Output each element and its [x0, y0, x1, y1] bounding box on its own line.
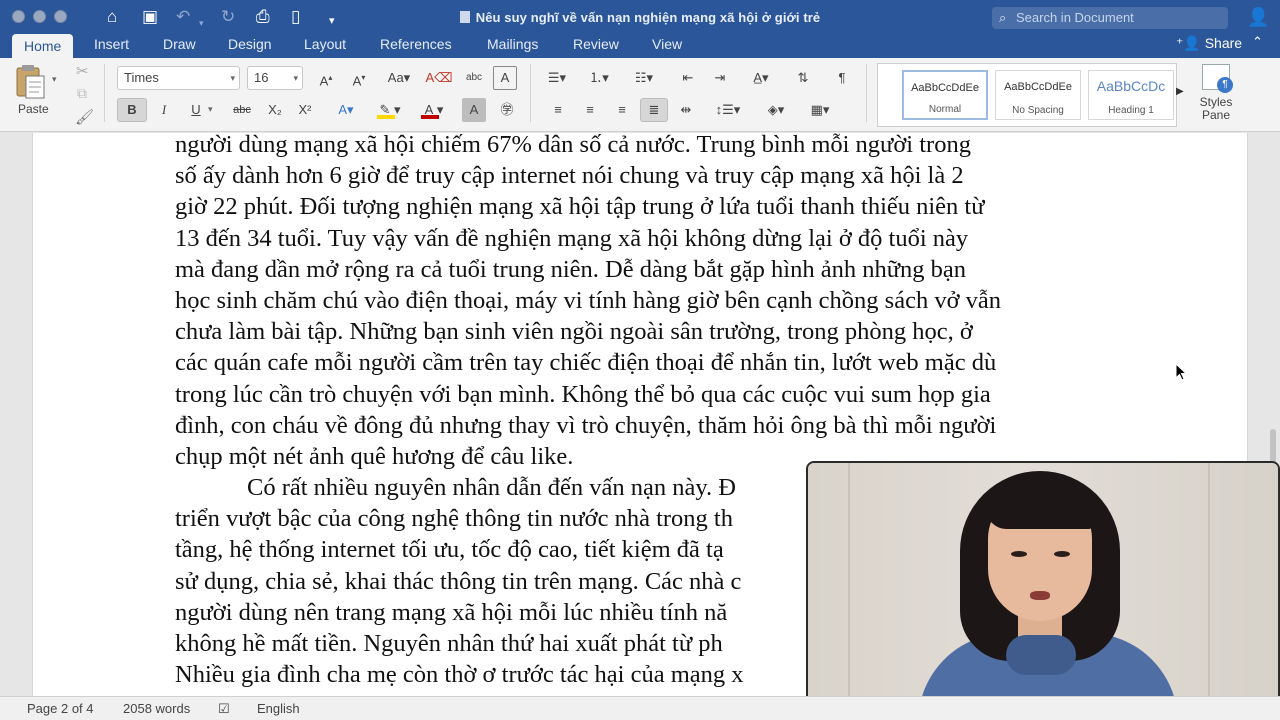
divider [530, 64, 531, 122]
ribbon: ▾ Paste ✂ ⧉ 🖌 Times ▾ 16 ▾ A▴ A▾ Aa▾ A⌫ ab… [0, 58, 1280, 132]
tab-view[interactable]: View [652, 34, 682, 58]
text-line[interactable]: 13 đến 34 tuổi. Tuy vậy vấn đề nghiện mạ… [175, 223, 1107, 254]
style-normal[interactable]: AaBbCcDdEe Normal [902, 70, 988, 120]
bold-button[interactable]: B [117, 98, 147, 122]
text-line[interactable]: các quán cafe mỗi người cầm trên tay chi… [175, 347, 1107, 378]
font-size-select[interactable]: 16 ▾ [247, 66, 303, 90]
tab-design[interactable]: Design [228, 34, 272, 58]
phonetic-guide-icon[interactable]: abc [459, 66, 489, 90]
tab-mailings[interactable]: Mailings [487, 34, 538, 58]
text-direction-icon[interactable]: A̲▾ [742, 66, 780, 90]
style-no-spacing[interactable]: AaBbCcDdEe No Spacing [995, 70, 1081, 120]
subscript-button[interactable]: X₂ [262, 98, 288, 122]
page-count[interactable]: Page 2 of 4 [27, 701, 94, 717]
show-formatting-icon[interactable]: ¶ [828, 66, 856, 90]
presenter-bow [1006, 635, 1076, 675]
search-input[interactable]: ⌕ Search in Document [992, 7, 1228, 29]
grow-font-icon[interactable]: A▴ [310, 66, 342, 90]
text-line[interactable]: người dùng mạng xã hội chiếm 67% dân số … [175, 133, 1107, 160]
clear-formatting-icon[interactable]: A⌫ [424, 66, 454, 90]
paste-icon[interactable] [14, 64, 46, 100]
align-left-icon[interactable]: ≡ [544, 98, 572, 122]
text-line[interactable]: giờ 22 phút. Đối tượng nghiện mạng xã hộ… [175, 191, 1107, 222]
paste-dropdown-icon[interactable]: ▾ [52, 74, 57, 85]
share-button[interactable]: ⁺👤 Share [1176, 34, 1242, 52]
line-spacing-icon[interactable]: ↕☰▾ [708, 98, 748, 122]
increase-indent-icon[interactable]: ⇥ [706, 66, 734, 90]
font-color-button[interactable]: A ▾ [414, 98, 454, 122]
proofing-icon[interactable]: ☑ [218, 701, 230, 717]
borders-icon[interactable]: ▦▾ [800, 98, 840, 122]
add-person-icon[interactable]: 👤 [1247, 7, 1269, 28]
styles-pane-icon: ¶ [1202, 64, 1233, 93]
gallery-more-icon[interactable]: ▶ [1176, 86, 1184, 97]
multilevel-list-icon[interactable]: ☷▾ [624, 66, 664, 90]
language[interactable]: English [257, 701, 300, 717]
decrease-indent-icon[interactable]: ⇤ [674, 66, 702, 90]
shading-icon[interactable]: ◈▾ [756, 98, 796, 122]
title-bar: ⌂ ▣ ↶ ▾ ↻ ⎙ ▯ ▾ Nêu suy nghĩ về vấn nạn … [0, 0, 1280, 34]
distributed-icon[interactable]: ⇹ [672, 98, 700, 122]
font-color-swatch [421, 115, 439, 119]
chevron-down-icon[interactable]: ▾ [208, 104, 213, 115]
text-line[interactable]: chưa làm bài tập. Những bạn sinh viên ng… [175, 316, 1107, 347]
tab-insert[interactable]: Insert [94, 34, 129, 58]
status-bar: Page 2 of 4 2058 words ☑ English [0, 696, 1280, 720]
copy-icon[interactable]: ⧉ [77, 85, 87, 102]
tab-layout[interactable]: Layout [304, 34, 346, 58]
add-person-icon: ⁺👤 [1176, 35, 1205, 51]
strikethrough-button[interactable]: abc [226, 98, 258, 122]
underline-button[interactable]: U [182, 98, 210, 122]
align-right-icon[interactable]: ≡ [608, 98, 636, 122]
style-heading-1[interactable]: AaBbCcDc Heading 1 [1088, 70, 1174, 120]
highlight-color-button[interactable]: ✎ ▾ [370, 98, 410, 122]
numbering-icon[interactable]: ⒈▾ [582, 66, 616, 90]
cut-icon[interactable]: ✂ [76, 62, 89, 80]
text-line[interactable]: học sinh chăm chú vào điện thoại, máy vi… [175, 285, 1107, 316]
tab-draw[interactable]: Draw [163, 34, 196, 58]
text-line[interactable]: số ấy dành hơn 6 giờ để truy cập interne… [175, 160, 1107, 191]
divider [866, 64, 867, 122]
styles-pane-button[interactable]: ¶ Styles Pane [1196, 64, 1236, 122]
divider [104, 64, 105, 122]
font-name-select[interactable]: Times ▾ [117, 66, 240, 90]
styles-gallery: AaBbCcDdEe Normal AaBbCcDdEe No Spacing … [877, 63, 1177, 127]
highlight-swatch [377, 115, 395, 119]
justify-icon[interactable]: ≣ [640, 98, 668, 122]
bullets-icon[interactable]: ☰▾ [540, 66, 574, 90]
text-line[interactable]: đình, con cháu về đông đủ nhưng thay vì … [175, 410, 1107, 441]
search-icon: ⌕ [999, 10, 1007, 25]
character-border-icon[interactable]: A [493, 66, 517, 90]
text-effects-icon[interactable]: A▾ [330, 98, 362, 122]
text-line[interactable]: trong lúc cần trò chuyện với bạn mình. K… [175, 379, 1107, 410]
shrink-font-icon[interactable]: A▾ [343, 66, 375, 90]
character-shading-icon[interactable]: A [462, 98, 486, 122]
paragraph[interactable]: người dùng mạng xã hội chiếm 67% dân số … [175, 133, 1107, 472]
tab-references[interactable]: References [380, 34, 452, 58]
text-line[interactable]: mà đang dần mở rộng ra cả tuổi trung niê… [175, 254, 1107, 285]
format-painter-icon[interactable]: 🖌 [75, 108, 94, 126]
collapse-ribbon-icon[interactable]: ⌃ [1252, 34, 1263, 50]
enclose-characters-icon[interactable]: ㊫ [494, 98, 520, 122]
align-center-icon[interactable]: ≡ [576, 98, 604, 122]
change-case-icon[interactable]: Aa▾ [380, 66, 418, 90]
chevron-down-icon: ▾ [293, 73, 298, 83]
superscript-button[interactable]: X² [292, 98, 318, 122]
italic-button[interactable]: I [150, 98, 178, 122]
word-doc-icon [459, 11, 470, 23]
sort-icon[interactable]: ⇅ [788, 66, 818, 90]
chevron-down-icon: ▾ [230, 73, 235, 83]
ribbon-tabs: Home Insert Draw Design Layout Reference… [0, 34, 1280, 58]
paste-label: Paste [18, 102, 49, 116]
tab-review[interactable]: Review [573, 34, 619, 58]
tab-home[interactable]: Home [12, 34, 74, 58]
mouse-cursor-icon [1175, 363, 1187, 381]
webcam-overlay [806, 461, 1280, 720]
word-count[interactable]: 2058 words [123, 701, 190, 717]
